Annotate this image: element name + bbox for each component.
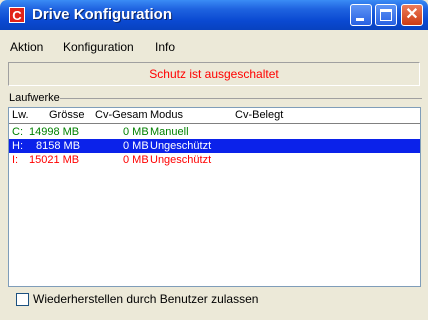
column-header-cv-belegt[interactable]: Cv-Belegt [235, 109, 283, 121]
group-divider [60, 98, 422, 99]
close-button[interactable]: ✕ [401, 4, 423, 26]
cell-drive: C: [12, 126, 23, 138]
maximize-icon [380, 9, 392, 21]
table-row[interactable]: H: 8158 MB 0 MB Ungeschützt [9, 139, 420, 153]
menu-aktion[interactable]: Aktion [10, 40, 43, 54]
column-header-cv-gesam[interactable]: Cv-Gesam [95, 109, 148, 121]
cell-mode: Ungeschützt [150, 140, 212, 152]
cell-cv-total: 0 MB [123, 154, 149, 166]
cell-drive: I: [12, 154, 19, 166]
menu-konfiguration[interactable]: Konfiguration [63, 40, 134, 54]
drives-list[interactable]: Lw. Grösse Cv-Gesam Modus Cv-Belegt C: 1… [8, 107, 421, 287]
menu-info[interactable]: Info [155, 40, 175, 54]
cell-size: 15021 MB [29, 154, 80, 166]
minimize-button[interactable] [350, 4, 372, 26]
cell-size: 8158 MB [36, 140, 81, 152]
column-header-modus[interactable]: Modus [150, 109, 183, 121]
cell-drive: H: [12, 140, 23, 152]
column-header-lw[interactable]: Lw. [12, 109, 29, 121]
title-bar[interactable]: C Drive Konfiguration ✕ [0, 0, 428, 30]
restore-by-user-checkbox[interactable] [16, 293, 29, 306]
window-title: Drive Konfiguration [32, 6, 173, 23]
cell-size: 14998 MB [29, 126, 80, 138]
cell-cv-total: 0 MB [123, 140, 149, 152]
cell-mode: Manuell [150, 126, 189, 138]
status-message: Schutz ist ausgeschaltet [8, 62, 420, 86]
restore-by-user-label[interactable]: Wiederherstellen durch Benutzer zulassen [33, 292, 258, 306]
maximize-button[interactable] [375, 4, 397, 26]
group-label-laufwerke: Laufwerke [9, 92, 60, 104]
close-icon: ✕ [405, 6, 419, 23]
table-row[interactable]: I: 15021 MB 0 MB Ungeschützt [9, 153, 420, 167]
cell-mode: Ungeschützt [150, 154, 212, 166]
table-row[interactable]: C: 14998 MB 0 MB Manuell [9, 125, 420, 139]
cell-cv-total: 0 MB [123, 126, 149, 138]
list-header: Lw. Grösse Cv-Gesam Modus Cv-Belegt [9, 108, 420, 124]
app-icon[interactable]: C [9, 7, 25, 23]
column-header-groesse[interactable]: Grösse [49, 109, 84, 121]
minimize-icon [356, 18, 364, 21]
